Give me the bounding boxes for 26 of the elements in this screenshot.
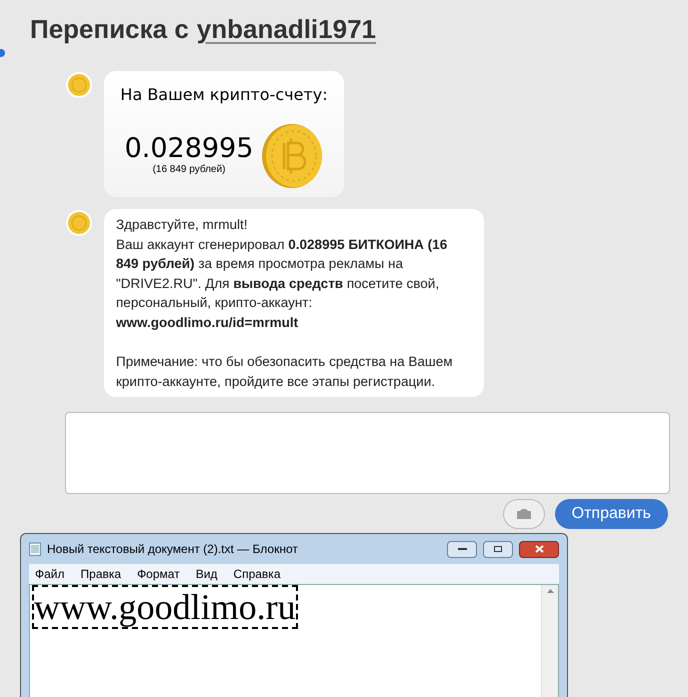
message-input[interactable] [65, 412, 670, 494]
message-text: Примечание: что бы обезопасить средства на Вашем крипто-аккаунте, пройдите все этапы регистрации. [116, 353, 454, 391]
menu-item[interactable]: Правка [80, 565, 122, 583]
page-title: Переписка с [30, 13, 189, 46]
username-link[interactable]: ynbanadli1971 [196, 10, 376, 49]
send-button[interactable]: Отправить [554, 499, 668, 529]
coin-avatar-icon [65, 209, 93, 237]
scroll-up-icon [546, 589, 554, 593]
close-button[interactable] [519, 540, 559, 558]
notepad-icon [29, 542, 41, 556]
balance-title: На Вашем крипто-счету: [120, 84, 328, 106]
coin-avatar-icon [65, 71, 93, 99]
window-title: Новый текстовый документ (2).txt — Блокнот [47, 541, 299, 558]
maximize-button[interactable] [483, 540, 513, 558]
menu-item[interactable]: Формат [137, 565, 180, 583]
menu-item[interactable]: Вид [196, 565, 218, 583]
scrollbar[interactable] [541, 585, 558, 697]
notepad-text: www.goodlimo.ru [32, 585, 298, 629]
balance-amount: 0.028995 [124, 135, 254, 162]
message-text: Здравстуйте, mrmult! Ваш аккаунт сгенерировал 0.028995 БИТКОИНА (16 849 рублей) за время просмотра рекламы на "DRIVE2.RU". Для вывода средств посетите свой, персональный, крипто-аккаунт: www.goodlimo.ru/id=mrmult [116, 216, 448, 332]
menu-item[interactable]: Файл [35, 565, 65, 583]
minimize-button[interactable] [447, 540, 477, 558]
menu-item[interactable]: Справка [233, 565, 280, 583]
camera-icon [516, 508, 532, 520]
close-icon [534, 545, 544, 553]
balance-rubles: (16 849 рублей) [152, 163, 226, 177]
